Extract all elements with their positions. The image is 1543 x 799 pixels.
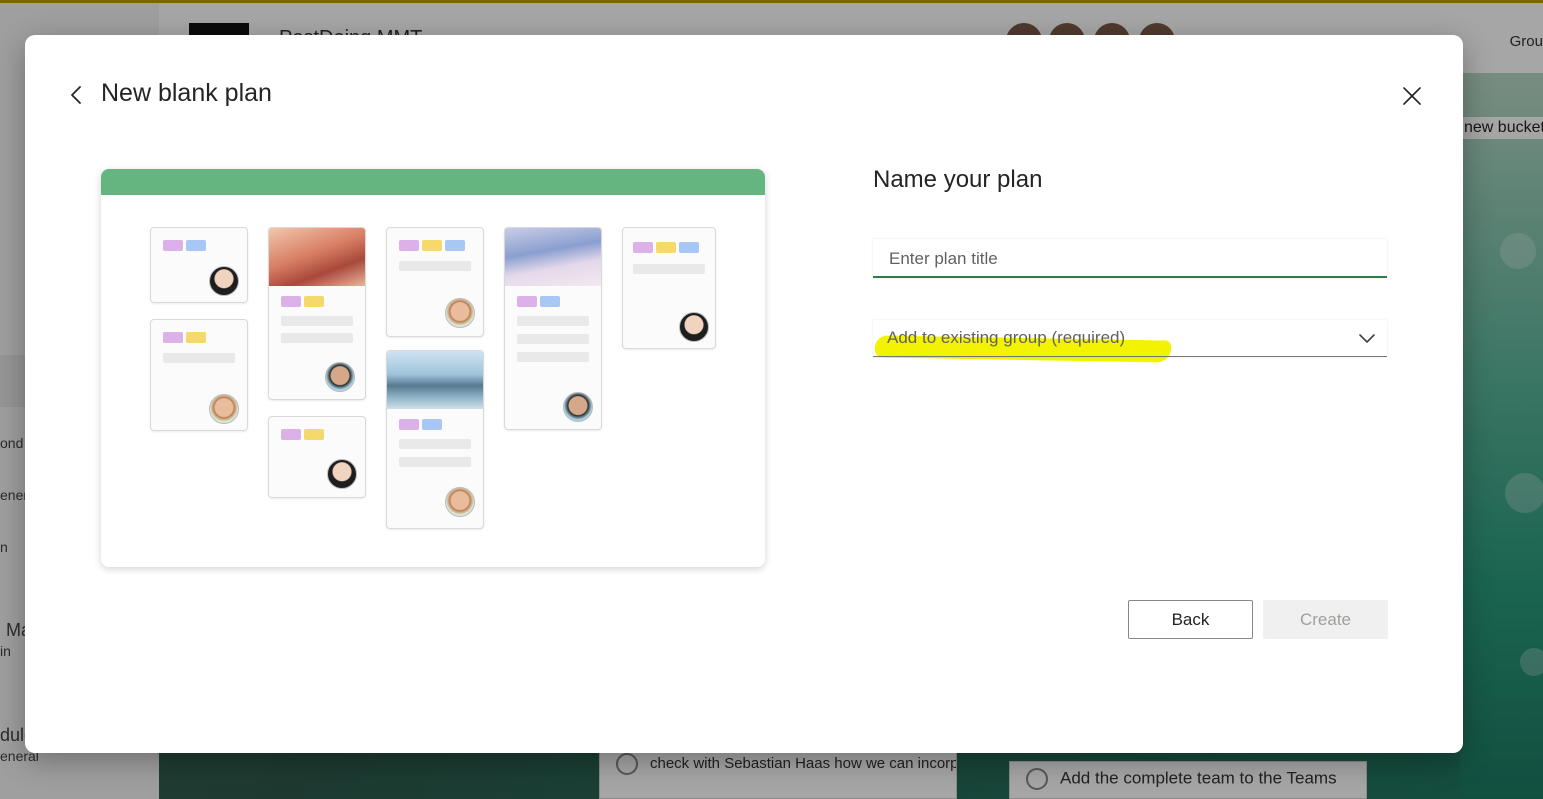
- name-your-plan-heading: Name your plan: [873, 166, 1043, 193]
- close-icon[interactable]: [1400, 84, 1424, 108]
- preview-label: [633, 242, 653, 253]
- preview-card: [268, 227, 366, 400]
- preview-line: [281, 316, 353, 326]
- group-select-dropdown[interactable]: Add to existing group (required): [873, 320, 1387, 357]
- preview-avatar: [445, 298, 475, 328]
- preview-label: [399, 240, 419, 251]
- preview-avatar: [209, 394, 239, 424]
- preview-label: [656, 242, 676, 253]
- preview-line: [281, 333, 353, 343]
- preview-line: [399, 439, 471, 449]
- preview-avatar: [679, 312, 709, 342]
- preview-label: [445, 240, 465, 251]
- preview-avatar: [209, 266, 239, 296]
- preview-label: [163, 240, 183, 251]
- create-button[interactable]: Create: [1263, 600, 1388, 639]
- preview-line: [163, 353, 235, 363]
- preview-line: [633, 264, 705, 274]
- preview-label: [422, 419, 442, 430]
- preview-label: [517, 296, 537, 307]
- preview-card: [150, 319, 248, 431]
- preview-line: [517, 352, 589, 362]
- preview-label: [679, 242, 699, 253]
- preview-label: [422, 240, 442, 251]
- preview-label: [304, 429, 324, 440]
- preview-card: [268, 416, 366, 498]
- preview-line: [399, 261, 471, 271]
- preview-header-bar: [101, 169, 765, 195]
- preview-image: [505, 228, 601, 286]
- preview-label: [540, 296, 560, 307]
- preview-label: [186, 240, 206, 251]
- preview-avatar: [325, 362, 355, 392]
- preview-label: [163, 332, 183, 343]
- plan-title-field[interactable]: [873, 239, 1387, 278]
- back-arrow-icon[interactable]: [65, 83, 89, 107]
- preview-label: [281, 429, 301, 440]
- preview-label: [281, 296, 301, 307]
- preview-line: [517, 334, 589, 344]
- preview-card: [386, 350, 484, 529]
- preview-line: [517, 316, 589, 326]
- preview-card: [504, 227, 602, 430]
- plan-preview-illustration: [101, 169, 765, 567]
- new-plan-dialog: New blank plan Name your plan Enter plan…: [25, 35, 1463, 753]
- preview-avatar: [445, 487, 475, 517]
- preview-image: [387, 351, 483, 409]
- dialog-title: New blank plan: [101, 79, 272, 107]
- preview-card: [150, 227, 248, 303]
- preview-avatar: [327, 459, 357, 489]
- preview-avatar: [563, 392, 593, 422]
- preview-label: [186, 332, 206, 343]
- preview-image: [269, 228, 365, 286]
- chevron-down-icon[interactable]: [1357, 328, 1377, 348]
- plan-title-input[interactable]: [887, 239, 1371, 278]
- preview-label: [304, 296, 324, 307]
- preview-card: [386, 227, 484, 337]
- preview-line: [399, 457, 471, 467]
- group-select-value: Add to existing group (required): [887, 328, 1126, 347]
- preview-label: [399, 419, 419, 430]
- back-button[interactable]: Back: [1128, 600, 1253, 639]
- preview-card: [622, 227, 716, 349]
